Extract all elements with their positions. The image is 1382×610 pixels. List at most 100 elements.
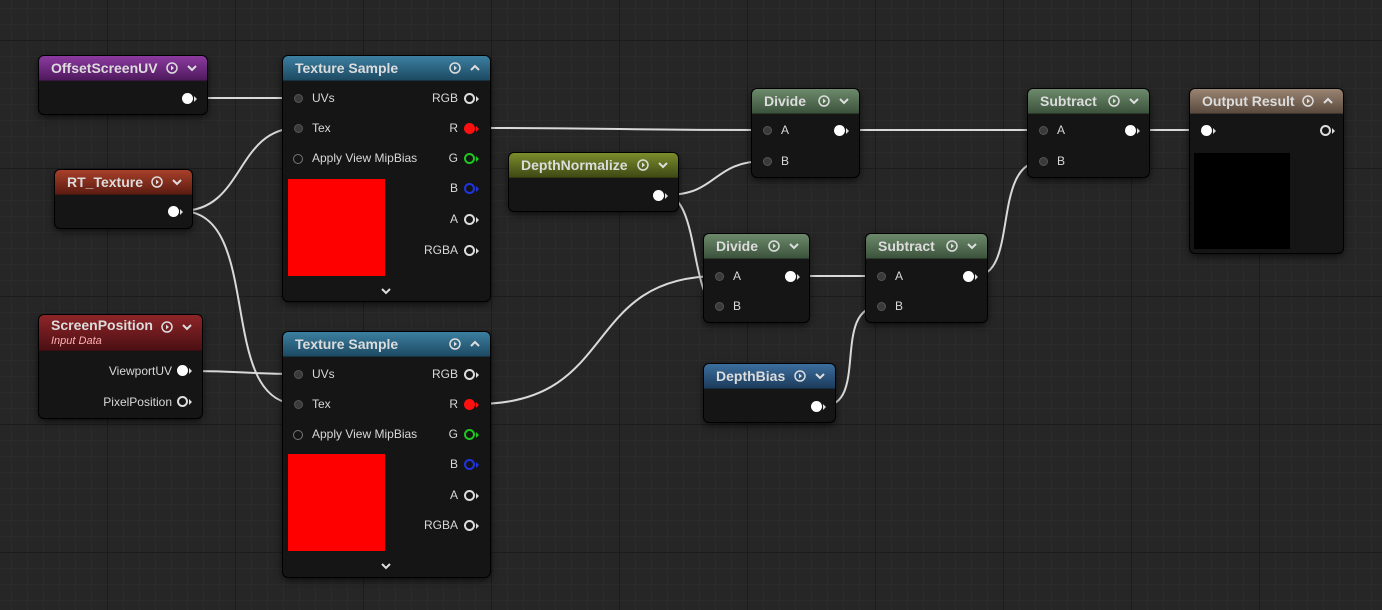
g-output-pin[interactable] <box>464 153 475 164</box>
output-label-r: R <box>449 121 458 135</box>
output-pin[interactable] <box>785 271 796 282</box>
output-pin[interactable] <box>811 401 822 412</box>
output-pin[interactable] <box>168 206 179 217</box>
node-texture-sample-1[interactable]: Texture Sample UVs Tex Apply View MipBia… <box>283 56 490 301</box>
mipbias-input-pin[interactable] <box>293 430 303 440</box>
output-pin[interactable] <box>653 190 664 201</box>
node-header[interactable]: OffsetScreenUV <box>39 56 207 81</box>
node-title: Divide <box>716 238 759 254</box>
a-input-pin[interactable] <box>715 272 724 281</box>
node-header[interactable]: Output Result <box>1190 89 1343 114</box>
node-depth-bias[interactable]: DepthBias <box>704 364 835 422</box>
node-output-result[interactable]: Output Result <box>1190 89 1343 253</box>
chevron-up-icon[interactable] <box>468 337 482 351</box>
a-output-pin[interactable] <box>464 214 475 225</box>
expand-chevron-icon[interactable] <box>381 562 391 570</box>
b-output-pin[interactable] <box>464 183 475 194</box>
b-output-pin[interactable] <box>464 459 475 470</box>
a-input-pin[interactable] <box>877 272 886 281</box>
node-offset-screen-uv[interactable]: OffsetScreenUV <box>39 56 207 114</box>
rgba-output-pin[interactable] <box>464 245 475 256</box>
preview-toggle-icon[interactable] <box>160 320 174 334</box>
preview-toggle-icon[interactable] <box>945 239 959 253</box>
a-input-pin[interactable] <box>763 126 772 135</box>
chevron-down-icon[interactable] <box>656 158 670 172</box>
node-divide-2[interactable]: Divide A B <box>704 234 809 322</box>
pin-arrow-icon <box>194 96 197 102</box>
chevron-up-icon[interactable] <box>468 61 482 75</box>
node-rt-texture[interactable]: RT_Texture <box>55 170 192 228</box>
preview-toggle-icon[interactable] <box>817 94 831 108</box>
node-subtract-2[interactable]: Subtract A B <box>866 234 987 322</box>
node-header[interactable]: Divide <box>704 234 809 259</box>
chevron-down-icon[interactable] <box>180 320 194 334</box>
mipbias-input-pin[interactable] <box>293 154 303 164</box>
preview-toggle-icon[interactable] <box>1107 94 1121 108</box>
node-texture-sample-2[interactable]: Texture Sample UVs Tex Apply View MipBia… <box>283 332 490 577</box>
output-pin[interactable] <box>182 93 193 104</box>
node-subtract-1[interactable]: Subtract A B <box>1028 89 1149 177</box>
pixelposition-output-pin[interactable] <box>177 396 188 407</box>
rgba-output-pin[interactable] <box>464 520 475 531</box>
output-pin[interactable] <box>963 271 974 282</box>
preview-toggle-icon[interactable] <box>767 239 781 253</box>
rgb-output-pin[interactable] <box>464 369 475 380</box>
preview-toggle-icon[interactable] <box>793 369 807 383</box>
preview-toggle-icon[interactable] <box>448 337 462 351</box>
uvs-input-pin[interactable] <box>294 370 303 379</box>
node-header[interactable]: Divide <box>752 89 859 114</box>
pin-arrow-icon <box>476 248 479 254</box>
pin-arrow-icon <box>665 193 668 199</box>
preview-toggle-icon[interactable] <box>448 61 462 75</box>
b-input-pin[interactable] <box>1039 157 1048 166</box>
chevron-down-icon[interactable] <box>1127 94 1141 108</box>
output-label-rgb: RGB <box>431 91 458 105</box>
a-output-pin[interactable] <box>464 490 475 501</box>
b-input-pin[interactable] <box>715 302 724 311</box>
node-screen-position[interactable]: ScreenPosition Input Data ViewportUV Pix… <box>39 315 202 418</box>
chevron-down-icon[interactable] <box>837 94 851 108</box>
output-pin[interactable] <box>1320 125 1331 136</box>
a-input-pin[interactable] <box>1039 126 1048 135</box>
output-label-b: B <box>449 457 458 471</box>
chevron-up-icon[interactable] <box>1321 94 1335 108</box>
r-output-pin[interactable] <box>464 399 475 410</box>
uvs-input-pin[interactable] <box>294 94 303 103</box>
expand-chevron-icon[interactable] <box>381 287 391 295</box>
preview-toggle-icon[interactable] <box>636 158 650 172</box>
preview-toggle-icon[interactable] <box>1301 94 1315 108</box>
preview-toggle-icon[interactable] <box>165 61 179 75</box>
chevron-down-icon[interactable] <box>965 239 979 253</box>
tex-input-pin[interactable] <box>294 124 303 133</box>
input-pin[interactable] <box>1201 125 1212 136</box>
r-output-pin[interactable] <box>464 123 475 134</box>
node-title: Texture Sample <box>295 336 399 352</box>
chevron-down-icon[interactable] <box>813 369 827 383</box>
pin-arrow-icon <box>1137 128 1140 134</box>
node-header[interactable]: Texture Sample <box>283 332 490 357</box>
node-title: Subtract <box>1040 93 1097 109</box>
preview-toggle-icon[interactable] <box>150 175 164 189</box>
output-pin[interactable] <box>834 125 845 136</box>
node-header[interactable]: RT_Texture <box>55 170 192 195</box>
output-label-b: B <box>449 181 458 195</box>
node-divide-1[interactable]: Divide A B <box>752 89 859 177</box>
node-header[interactable]: DepthBias <box>704 364 835 389</box>
tex-input-pin[interactable] <box>294 400 303 409</box>
node-header[interactable]: Subtract <box>1028 89 1149 114</box>
node-header[interactable]: DepthNormalize <box>509 153 678 178</box>
chevron-down-icon[interactable] <box>787 239 801 253</box>
output-pin[interactable] <box>1125 125 1136 136</box>
node-header[interactable]: Texture Sample <box>283 56 490 81</box>
b-input-pin[interactable] <box>877 302 886 311</box>
b-input-pin[interactable] <box>763 157 772 166</box>
chevron-down-icon[interactable] <box>185 61 199 75</box>
node-depth-normalize[interactable]: DepthNormalize <box>509 153 678 211</box>
viewportuv-output-pin[interactable] <box>177 365 188 376</box>
chevron-down-icon[interactable] <box>170 175 184 189</box>
rgb-output-pin[interactable] <box>464 93 475 104</box>
g-output-pin[interactable] <box>464 429 475 440</box>
node-header[interactable]: ScreenPosition Input Data <box>39 315 202 351</box>
output-label-a: A <box>449 488 458 502</box>
node-header[interactable]: Subtract <box>866 234 987 259</box>
